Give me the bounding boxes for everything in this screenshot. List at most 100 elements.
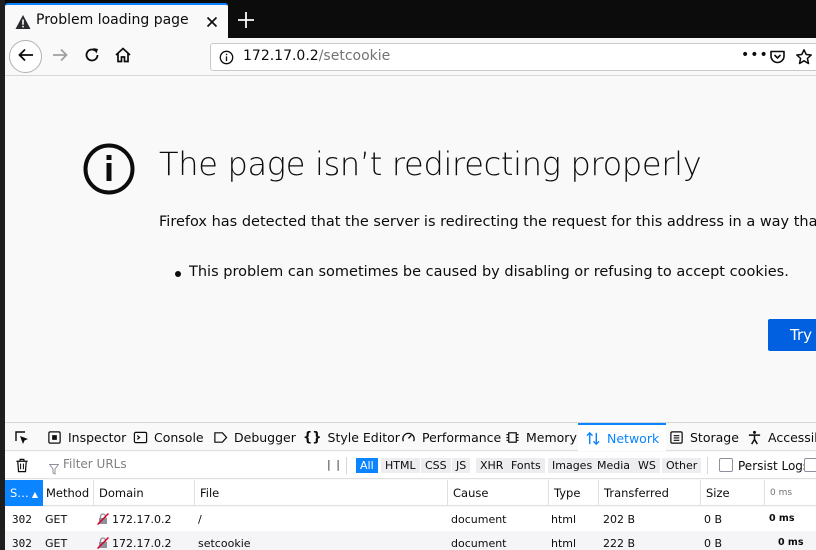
column-transferred[interactable]: Transferred bbox=[598, 480, 700, 506]
tab-network-label: Network bbox=[607, 430, 660, 446]
column-method[interactable]: Method bbox=[41, 480, 93, 506]
bookmark-star-icon[interactable] bbox=[795, 48, 813, 70]
tab-inspector-label: Inspector bbox=[68, 429, 127, 445]
error-page: The page isn’t redirecting properly Fire… bbox=[5, 77, 816, 422]
reload-button[interactable] bbox=[76, 41, 108, 73]
filter-other[interactable]: Other bbox=[662, 458, 702, 473]
column-status[interactable]: S… ▲ bbox=[5, 480, 43, 506]
request-domain-cell: 172.17.0.2 bbox=[96, 536, 172, 550]
request-transferred: 202 B bbox=[603, 513, 636, 526]
requests-table-header: S… ▲ Method Domain File Cause Type Transf… bbox=[5, 480, 816, 506]
column-domain[interactable]: Domain bbox=[93, 480, 194, 506]
tab-problem-loading[interactable]: Problem loading page bbox=[5, 3, 228, 38]
clear-trash-icon[interactable] bbox=[15, 458, 29, 477]
disable-cache-checkbox[interactable] bbox=[804, 458, 816, 472]
filter-funnel-icon bbox=[48, 460, 60, 479]
browser-window: Problem loading page 172.17.0.2/setcooki… bbox=[0, 0, 816, 550]
info-icon bbox=[83, 143, 135, 199]
filter-css[interactable]: CSS bbox=[421, 458, 451, 473]
error-hint-text: This problem can sometimes be caused by … bbox=[189, 264, 789, 280]
url-bar[interactable]: 172.17.0.2/setcookie ••• bbox=[210, 43, 816, 71]
filter-fonts[interactable]: Fonts bbox=[507, 458, 545, 473]
tab-network[interactable]: Network bbox=[578, 423, 667, 451]
request-file: setcookie bbox=[198, 537, 251, 550]
forward-button[interactable] bbox=[44, 41, 76, 73]
devtools-panel: Inspector Console Debugger {} Style Edit… bbox=[5, 422, 816, 550]
request-method: GET bbox=[45, 537, 68, 550]
toolbar-separator bbox=[346, 457, 347, 474]
home-button[interactable] bbox=[107, 41, 139, 73]
tab-inspector[interactable]: Inspector bbox=[47, 423, 126, 451]
navigation-toolbar: 172.17.0.2/setcookie ••• bbox=[0, 38, 816, 76]
column-size[interactable]: Size bbox=[700, 480, 764, 506]
request-domain: 172.17.0.2 bbox=[112, 537, 172, 550]
request-time: 0 ms bbox=[778, 537, 804, 548]
new-tab-plus-icon[interactable] bbox=[236, 10, 256, 30]
tab-performance-label: Performance bbox=[422, 429, 502, 445]
tab-debugger[interactable]: Debugger bbox=[213, 423, 296, 451]
request-type: html bbox=[551, 537, 577, 550]
filter-js[interactable]: JS bbox=[452, 458, 471, 473]
request-method: GET bbox=[45, 513, 68, 526]
request-row[interactable]: 302 GET 172.17.0.2 / document html 202 B… bbox=[5, 507, 816, 531]
persist-logs-label: Persist Logs bbox=[738, 459, 810, 473]
error-hint-item: This problem can sometimes be caused by … bbox=[175, 264, 789, 280]
braces-icon: {} bbox=[303, 429, 322, 445]
tab-strip: Problem loading page bbox=[0, 0, 816, 38]
back-button[interactable] bbox=[9, 40, 42, 73]
filter-html[interactable]: HTML bbox=[381, 458, 420, 473]
pause-button[interactable]: | | bbox=[327, 458, 341, 471]
column-type[interactable]: Type bbox=[548, 480, 598, 506]
close-tab-icon[interactable] bbox=[204, 14, 220, 30]
tab-memory[interactable]: Memory bbox=[505, 423, 577, 451]
tab-console[interactable]: Console bbox=[133, 423, 204, 451]
forward-arrow-icon bbox=[51, 46, 69, 68]
filter-all[interactable]: All bbox=[356, 458, 378, 473]
request-time: 0 ms bbox=[769, 513, 795, 524]
insecure-lock-icon bbox=[96, 536, 110, 550]
sort-up-icon: ▲ bbox=[31, 490, 38, 499]
url-text[interactable]: 172.17.0.2/setcookie bbox=[243, 48, 390, 64]
accessibility-icon bbox=[747, 430, 762, 445]
tab-title: Problem loading page bbox=[36, 12, 189, 28]
insecure-lock-icon bbox=[96, 512, 110, 528]
element-picker-icon[interactable] bbox=[14, 430, 30, 450]
tab-storage-label: Storage bbox=[690, 429, 739, 445]
tab-console-label: Console bbox=[154, 429, 204, 445]
request-domain-cell: 172.17.0.2 bbox=[96, 512, 172, 528]
tab-storage[interactable]: Storage bbox=[669, 423, 739, 451]
column-timeline[interactable]: 0 ms bbox=[764, 480, 816, 506]
page-actions-button[interactable]: ••• bbox=[741, 47, 769, 63]
memory-icon bbox=[505, 430, 520, 445]
back-arrow-icon bbox=[17, 46, 35, 68]
error-description: Firefox has detected that the server is … bbox=[159, 214, 816, 230]
tab-memory-label: Memory bbox=[526, 429, 577, 445]
filter-ws[interactable]: WS bbox=[634, 458, 660, 473]
try-again-button[interactable]: Try a bbox=[768, 319, 816, 351]
column-status-label: S… bbox=[10, 486, 29, 500]
gauge-icon bbox=[401, 430, 416, 445]
request-domain: 172.17.0.2 bbox=[112, 513, 172, 526]
tab-performance[interactable]: Performance bbox=[401, 423, 501, 451]
pocket-icon[interactable] bbox=[769, 49, 786, 69]
tab-accessibility[interactable]: Accessibi bbox=[747, 423, 816, 451]
request-row[interactable]: 302 GET 172.17.0.2 setcookie document ht… bbox=[5, 531, 816, 550]
column-cause[interactable]: Cause bbox=[447, 480, 548, 506]
filter-urls-input[interactable]: Filter URLs bbox=[63, 457, 127, 471]
window-left-edge bbox=[0, 0, 5, 550]
request-cause: document bbox=[451, 513, 507, 526]
toolbar-separator bbox=[707, 457, 708, 474]
persist-logs-checkbox[interactable] bbox=[719, 458, 733, 472]
filter-media[interactable]: Media bbox=[593, 458, 635, 473]
inspector-icon bbox=[47, 430, 62, 445]
column-file[interactable]: File bbox=[194, 480, 447, 506]
info-circle-icon[interactable] bbox=[219, 50, 234, 69]
tab-style-editor-label: Style Editor bbox=[327, 429, 400, 445]
filter-xhr[interactable]: XHR bbox=[476, 458, 508, 473]
tab-style-editor[interactable]: {} Style Editor bbox=[303, 423, 400, 451]
url-path: /setcookie bbox=[318, 48, 391, 64]
home-icon bbox=[114, 46, 132, 68]
filter-images[interactable]: Images bbox=[548, 458, 597, 473]
reload-icon bbox=[83, 46, 101, 68]
console-icon bbox=[133, 430, 148, 445]
